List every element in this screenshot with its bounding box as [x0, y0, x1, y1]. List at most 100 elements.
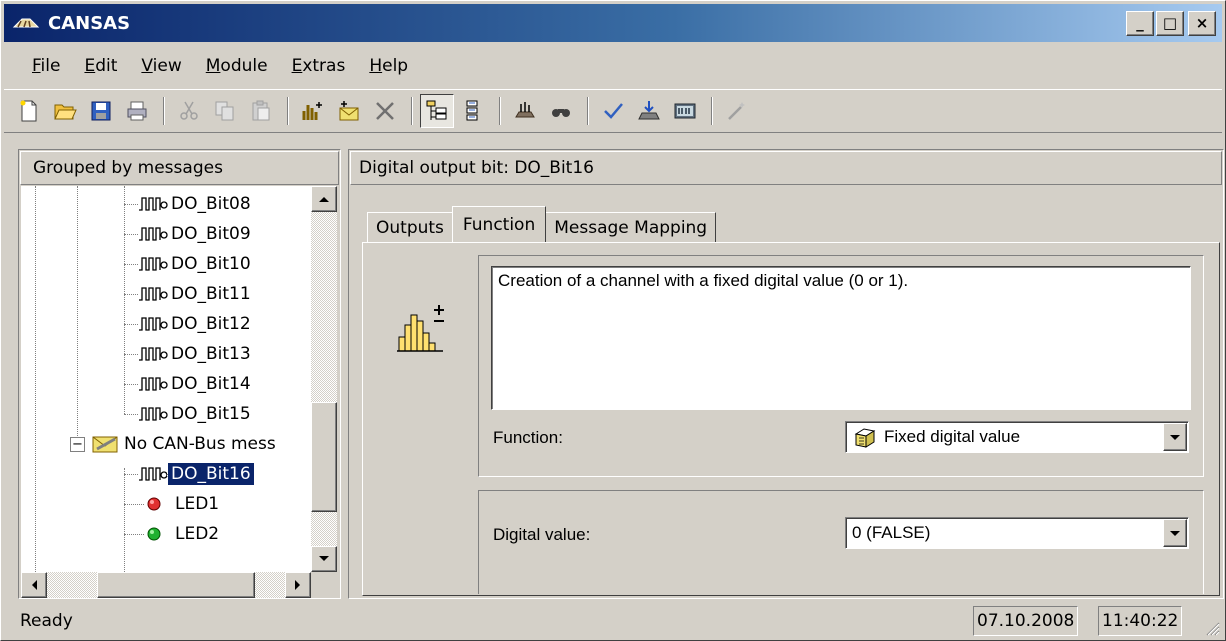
print-icon [127, 101, 147, 121]
digital-signal-icon [139, 197, 168, 211]
function-dropdown-button[interactable] [1163, 423, 1187, 451]
menu-module[interactable]: Module [194, 52, 280, 80]
tree-item-no-can-bus-message[interactable]: − No CAN-Bus mess [70, 429, 279, 459]
tree-item-do-bit15[interactable]: DO_Bit15 [124, 399, 254, 429]
print-button[interactable] [120, 94, 154, 128]
cut-icon [180, 101, 198, 120]
magic-wand-button[interactable] [720, 94, 754, 128]
digital-signal-icon [139, 227, 168, 241]
measure-button[interactable] [668, 94, 702, 128]
digital-value-dropdown-button[interactable] [1163, 519, 1187, 547]
paste-button[interactable] [244, 94, 278, 128]
function-description: Creation of a channel with a fixed digit… [491, 266, 1191, 410]
scroll-up-button[interactable] [311, 186, 337, 212]
tree-item-led1[interactable]: LED1 [124, 489, 222, 519]
tree-vertical-scrollbar[interactable] [311, 186, 337, 572]
scroll-right-button[interactable] [285, 572, 311, 598]
maximize-button[interactable]: □ [1156, 11, 1184, 36]
tab-function[interactable]: Function [451, 206, 547, 242]
menu-extras[interactable]: Extras [280, 52, 358, 80]
tree-guide-line [77, 186, 78, 448]
collapse-toggle[interactable]: − [70, 436, 85, 452]
new-file-button[interactable] [12, 94, 46, 128]
cut-button[interactable] [172, 94, 206, 128]
tree-item-do-bit11[interactable]: DO_Bit11 [124, 279, 254, 309]
digital-signal-icon [139, 407, 168, 421]
toolbar-separator [711, 97, 713, 125]
copy-icon [215, 101, 234, 121]
open-folder-icon [54, 104, 77, 120]
tree-item-do-bit12[interactable]: DO_Bit12 [124, 309, 254, 339]
resize-grip-icon[interactable] [1202, 618, 1220, 636]
tree-item-do-bit10[interactable]: DO_Bit10 [124, 249, 254, 279]
menu-view[interactable]: View [129, 52, 193, 80]
tree-item-do-bit16[interactable]: DO_Bit16 [124, 459, 255, 489]
function-label: Function: [493, 428, 563, 447]
tree-item-do-bit08[interactable]: DO_Bit08 [124, 189, 254, 219]
tree-item-do-bit13[interactable]: DO_Bit13 [124, 339, 254, 369]
minimize-icon: _ [1136, 14, 1144, 32]
add-message-icon [339, 101, 359, 121]
tree-item-do-bit14[interactable]: DO_Bit14 [124, 369, 254, 399]
status-text: Ready [20, 611, 73, 631]
close-button[interactable]: × [1188, 11, 1216, 36]
tree-item-led2[interactable]: LED2 [124, 519, 222, 549]
function-histogram-icon [395, 299, 455, 360]
app-window: CANSAS _ □ × File Edit View Module Extra… [0, 0, 1226, 641]
grouped-by-messages-button[interactable] [420, 94, 454, 128]
digital-signal-icon [139, 287, 168, 301]
function-group: Creation of a channel with a fixed digit… [478, 255, 1204, 477]
minimize-button[interactable]: _ [1126, 11, 1154, 36]
arrow-up-icon [319, 197, 329, 202]
download-icon [638, 101, 660, 120]
check-button[interactable] [596, 94, 630, 128]
add-channel-icon [302, 102, 322, 120]
tree-hscroll-thumb[interactable] [97, 572, 255, 598]
toolbar [4, 89, 1222, 133]
delete-button[interactable] [368, 94, 402, 128]
function-select[interactable]: Fixed digital value [845, 421, 1189, 453]
toolbar-separator [163, 97, 165, 125]
copy-button[interactable] [208, 94, 242, 128]
menu-file[interactable]: File [20, 52, 72, 80]
add-message-button[interactable] [332, 94, 366, 128]
arrow-left-icon [32, 580, 37, 590]
menu-edit[interactable]: Edit [72, 52, 129, 80]
properties-header: Digital output bit: DO_Bit16 [350, 151, 1222, 185]
channel-tree[interactable]: DO_Bit08 DO_Bit09 DO_Bit10 DO_Bit11 DO_B [21, 186, 311, 572]
digital-signal-icon [139, 317, 168, 331]
check-icon [604, 103, 623, 119]
search-button[interactable] [544, 94, 578, 128]
scroll-down-button[interactable] [311, 546, 337, 572]
cansas-app-icon[interactable] [12, 14, 44, 32]
close-icon: × [1195, 14, 1209, 32]
save-icon [91, 101, 111, 121]
grouped-by-messages-icon [426, 100, 447, 120]
tree-scroll-thumb[interactable] [311, 402, 337, 512]
status-date: 07.10.2008 [973, 606, 1079, 636]
delete-icon [376, 102, 394, 120]
open-folder-button[interactable] [48, 94, 82, 128]
chevron-down-icon [1170, 530, 1180, 536]
scroll-left-button[interactable] [21, 572, 47, 598]
digital-value-select[interactable]: 0 (FALSE) [845, 517, 1189, 549]
save-button[interactable] [84, 94, 118, 128]
tree-guide-line [35, 186, 36, 572]
menu-help[interactable]: Help [357, 52, 420, 80]
tab-outputs[interactable]: Outputs [367, 212, 453, 242]
search-icon [552, 109, 570, 117]
integrate-icon [515, 102, 535, 118]
add-channel-button[interactable] [296, 94, 330, 128]
tree-item-do-bit09[interactable]: DO_Bit09 [124, 219, 254, 249]
new-file-icon [20, 100, 37, 122]
tab-message-mapping[interactable]: Message Mapping [545, 212, 717, 242]
grouped-by-channels-button[interactable] [456, 94, 490, 128]
download-button[interactable] [632, 94, 666, 128]
tree-panel-header[interactable]: Grouped by messages [20, 151, 339, 185]
toolbar-separator [587, 97, 589, 125]
toolbar-separator [499, 97, 501, 125]
menu-bar: File Edit View Module Extras Help [4, 46, 1222, 86]
integrate-button[interactable] [508, 94, 542, 128]
title-bar[interactable]: CANSAS _ □ × [4, 4, 1222, 42]
tree-horizontal-scrollbar[interactable] [21, 572, 311, 598]
